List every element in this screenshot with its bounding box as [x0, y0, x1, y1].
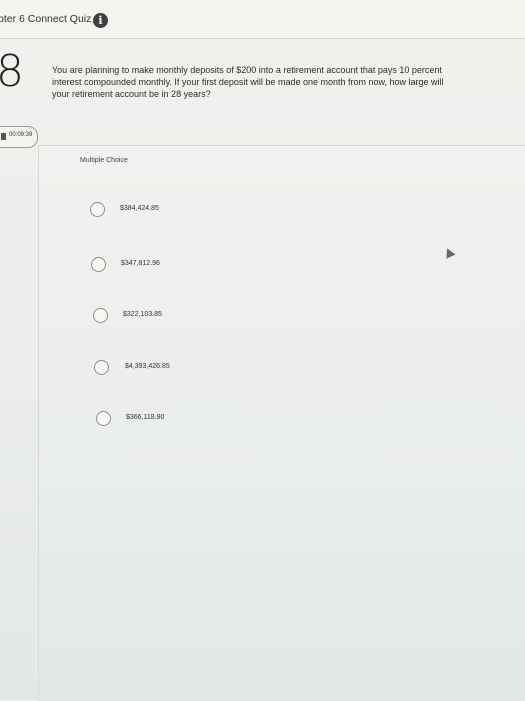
radio-button[interactable]	[93, 308, 108, 323]
answer-option-label: $322,103.85	[123, 311, 162, 318]
answer-option-label: $384,424.85	[120, 205, 159, 212]
quiz-header: pter 6 Connect Quiz i	[0, 0, 525, 39]
quiz-title: pter 6 Connect Quiz	[0, 13, 92, 25]
answer-option-label: $347,812.96	[121, 260, 160, 267]
timer-text: 00:09:39	[9, 132, 33, 138]
question-text: You are planning to make monthly deposit…	[52, 65, 444, 99]
question-number: 8	[0, 46, 24, 97]
radio-button[interactable]	[91, 257, 106, 272]
answer-option-label: $366,118.90	[126, 414, 165, 421]
answer-panel	[38, 145, 525, 701]
radio-button[interactable]	[90, 202, 105, 217]
info-icon[interactable]: i	[93, 13, 108, 28]
timer-icon	[1, 133, 6, 140]
answer-option-label: $4,393,426.85	[125, 363, 170, 370]
radio-button[interactable]	[94, 360, 109, 375]
radio-button[interactable]	[96, 411, 111, 426]
timer-badge: 00:09:39	[0, 126, 38, 148]
multiple-choice-label: Multiple Choice	[80, 157, 128, 164]
